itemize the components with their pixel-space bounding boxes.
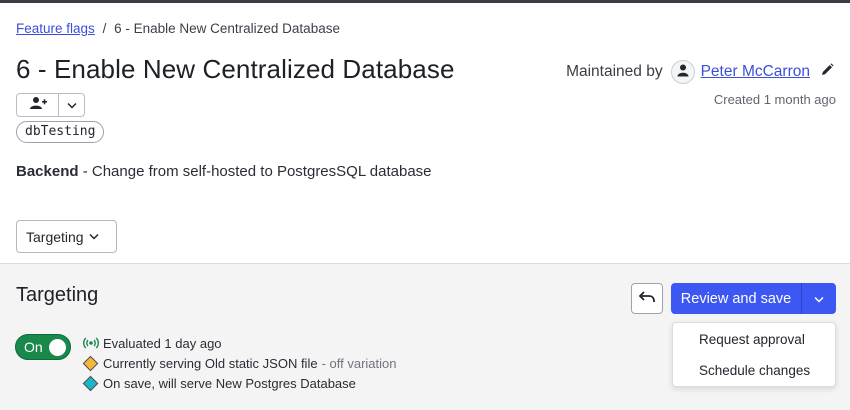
page-title: 6 - Enable New Centralized Database: [16, 54, 455, 84]
top-border: [0, 0, 850, 3]
toggle-label: On: [24, 339, 43, 355]
status-serving: Currently serving Old static JSON file -…: [82, 353, 397, 373]
breadcrumb-feature-flags-link[interactable]: Feature flags: [16, 21, 95, 36]
evaluated-text: Evaluated 1 day ago: [103, 335, 222, 351]
review-and-save-button[interactable]: Review and save: [671, 283, 802, 314]
menu-item-request-approval[interactable]: Request approval: [673, 326, 835, 354]
view-select[interactable]: Targeting: [16, 220, 117, 253]
breadcrumb-separator: /: [102, 21, 107, 36]
targeting-panel: Targeting Review and save Request approv…: [0, 263, 850, 410]
status-evaluated: Evaluated 1 day ago: [82, 333, 397, 353]
menu-item-schedule-changes[interactable]: Schedule changes: [673, 357, 835, 385]
user-plus-icon: [29, 96, 47, 115]
assign-user-button[interactable]: [17, 94, 60, 116]
description-label: Backend: [16, 163, 79, 180]
flag-description: Backend - Change from self-hosted to Pos…: [16, 163, 432, 180]
breadcrumb-current: 6 - Enable New Centralized Database: [114, 21, 340, 36]
serving-text: Currently serving Old static JSON file: [103, 355, 318, 371]
maintainer: Maintained by Peter McCarron: [566, 60, 834, 84]
description-text: - Change from self-hosted to PostgresSQL…: [78, 163, 432, 180]
user-icon: [676, 63, 690, 82]
review-dropdown-button[interactable]: [802, 283, 836, 314]
on-save-text: On save, will serve New Postgres Databas…: [103, 375, 356, 391]
chevron-down-icon: [67, 96, 77, 114]
flag-tag[interactable]: dbTesting: [16, 121, 105, 143]
avatar: [670, 60, 695, 84]
diamond-icon: [82, 375, 99, 392]
review-dropdown-menu: Request approval Schedule changes: [672, 322, 836, 387]
pencil-icon: [820, 62, 834, 82]
flag-on-toggle[interactable]: On: [15, 334, 71, 360]
chevron-down-icon: [814, 291, 824, 307]
review-button-group: Review and save: [671, 283, 836, 314]
undo-button[interactable]: [631, 283, 663, 314]
edit-maintainer-button[interactable]: [820, 62, 834, 82]
view-select-label: Targeting: [26, 228, 84, 245]
created-timestamp: Created 1 month ago: [713, 92, 836, 107]
breadcrumb: Feature flags / 6 - Enable New Centraliz…: [16, 21, 340, 36]
serving-note: - off variation: [321, 355, 397, 371]
flag-status: Evaluated 1 day ago Currently serving Ol…: [82, 333, 397, 393]
undo-icon: [638, 290, 655, 308]
status-on-save: On save, will serve New Postgres Databas…: [82, 373, 397, 393]
chevron-down-icon: [89, 233, 99, 240]
maintainer-link[interactable]: Peter McCarron: [701, 63, 810, 81]
toggle-knob: [49, 339, 66, 356]
assign-dropdown-button[interactable]: [59, 94, 84, 116]
targeting-title: Targeting: [16, 284, 99, 306]
maintainer-prefix: Maintained by: [566, 63, 663, 80]
assign-button-group: [16, 93, 85, 117]
diamond-icon: [82, 355, 99, 372]
broadcast-icon: [82, 335, 99, 352]
